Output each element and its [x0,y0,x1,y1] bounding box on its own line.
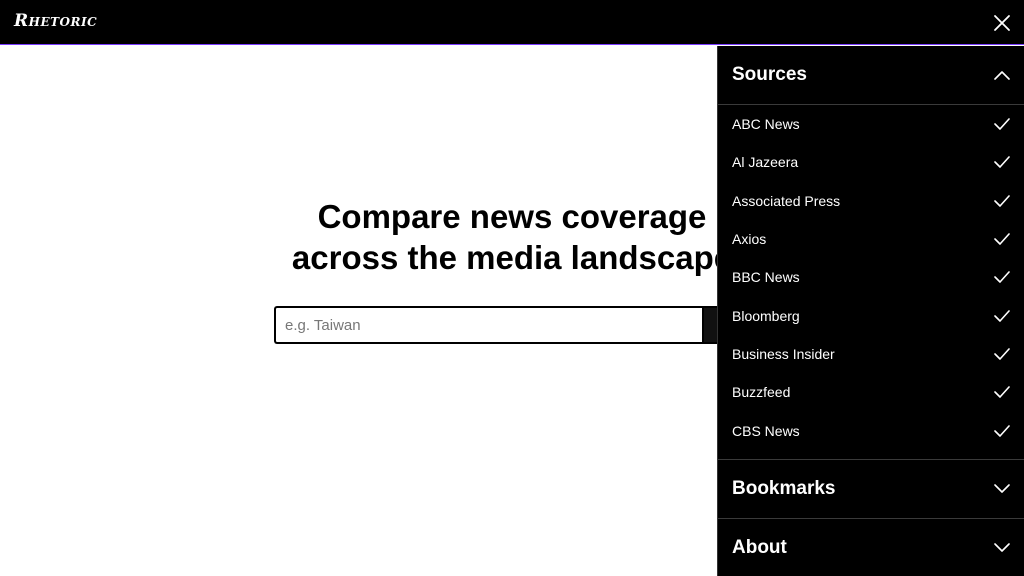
source-item[interactable]: ABC News [718,105,1024,143]
checkmark-icon[interactable] [994,348,1010,360]
checkmark-icon[interactable] [994,118,1010,130]
sources-section-header[interactable]: Sources [718,46,1024,104]
top-bar: Rhetoric [0,0,1024,45]
source-label: Buzzfeed [732,384,791,401]
checkmark-icon[interactable] [994,386,1010,399]
source-item[interactable]: Bloomberg [718,296,1024,334]
source-item[interactable]: Buzzfeed [718,373,1024,411]
source-label: ABC News [732,116,800,133]
source-label: BBC News [732,269,800,286]
checkmark-icon[interactable] [994,156,1010,169]
bookmarks-title: Bookmarks [732,477,836,499]
checkmark-icon[interactable] [994,233,1010,245]
checkmark-icon[interactable] [994,424,1010,437]
headline-line-1: Compare news coverage [317,198,707,235]
source-item[interactable]: Business Insider [718,335,1024,373]
source-list: ABC News Al Jazeera Associated Press Axios B… [718,105,1024,459]
source-item[interactable]: Axios [718,220,1024,258]
bookmarks-section-header[interactable]: Bookmarks [718,460,1024,518]
side-panel: Sources ABC News Al Jazeera Associated Pre… [717,46,1024,576]
chevron-up-icon[interactable] [994,70,1010,80]
source-item[interactable]: BBC News [718,258,1024,296]
page-headline: Compare news coverage across the media l… [256,196,768,278]
source-label: Bloomberg [732,307,800,324]
checkmark-icon[interactable] [994,194,1010,207]
about-title: About [732,536,787,558]
source-label: CBS News [732,422,800,439]
checkmark-icon[interactable] [994,271,1010,284]
source-item[interactable]: Al Jazeera [718,143,1024,181]
close-button[interactable] [988,9,1016,37]
logo[interactable]: Rhetoric [14,11,97,31]
source-label: Al Jazeera [732,154,799,171]
chevron-down-icon[interactable] [994,542,1010,553]
source-label: Axios [732,231,767,248]
about-section-header[interactable]: About [718,519,1024,576]
source-label: Associated Press [732,192,841,209]
headline-line-2: across the media landscape [291,239,733,276]
checkmark-icon[interactable] [994,309,1010,322]
chevron-down-icon[interactable] [994,483,1010,494]
search-input[interactable] [274,306,703,344]
source-item[interactable]: Associated Press [718,182,1024,220]
sources-title: Sources [732,64,807,85]
source-item[interactable]: CBS News [718,411,1024,449]
close-icon[interactable] [993,14,1011,32]
source-label: Business Insider [732,345,835,362]
